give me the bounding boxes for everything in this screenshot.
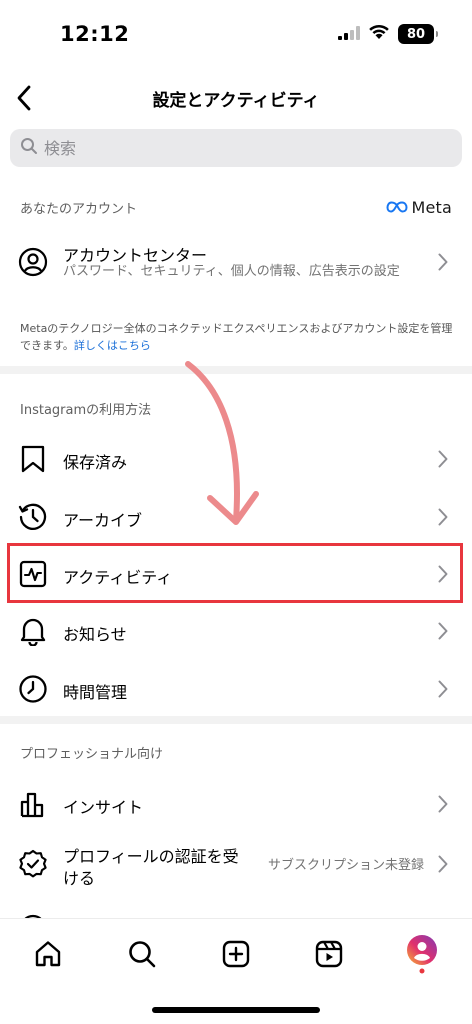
bookmark-icon xyxy=(17,443,49,475)
insights-label: インサイト xyxy=(63,798,144,817)
notifications-label: お知らせ xyxy=(63,625,127,644)
highlight-box xyxy=(7,543,463,603)
search-input[interactable] xyxy=(44,138,424,158)
clock-icon xyxy=(17,673,49,705)
search-icon[interactable] xyxy=(125,937,159,971)
chevron-right-icon xyxy=(436,449,450,469)
meta-description: Metaのテクノロジー全体のコネクテッドエクスペリエンスおよびアカウント設定を管… xyxy=(20,320,460,354)
archive-label: アーカイブ xyxy=(63,511,143,530)
verification-label: プロフィールの認証を受ける xyxy=(63,847,239,888)
verification-status: サブスクリプション未登録 xyxy=(267,858,424,873)
page-title: 設定とアクティビティ xyxy=(152,91,320,111)
section-header-how-you-use: Instagramの利用方法 xyxy=(20,403,152,418)
archive-history-icon xyxy=(17,501,49,533)
cellular-signal-icon xyxy=(338,25,360,44)
insights-row[interactable]: インサイト xyxy=(0,776,472,834)
create-icon[interactable] xyxy=(219,937,253,971)
chevron-right-icon xyxy=(436,679,450,699)
verification-row[interactable]: プロフィールの認証を受ける サブスクリプション未登録 xyxy=(0,834,472,898)
time-management-row[interactable]: 時間管理 xyxy=(0,660,472,718)
status-icons: 80 xyxy=(338,24,438,44)
search-icon xyxy=(20,137,38,159)
search-bar[interactable] xyxy=(10,129,462,167)
wifi-icon xyxy=(368,24,390,44)
saved-label: 保存済み xyxy=(63,453,128,472)
account-circle-icon xyxy=(17,246,49,278)
section-divider xyxy=(0,716,472,724)
home-icon[interactable] xyxy=(31,937,65,971)
home-indicator xyxy=(152,1007,320,1013)
bar-chart-icon xyxy=(17,788,49,820)
battery-indicator: 80 xyxy=(398,24,438,44)
annotation-arrow-icon xyxy=(185,361,259,525)
section-header-your-account: あなたのアカウント xyxy=(20,202,138,217)
status-time: 12:12 xyxy=(60,22,130,46)
chevron-right-icon xyxy=(436,621,450,641)
meta-logo: Meta xyxy=(386,198,452,217)
verified-badge-icon xyxy=(17,848,49,880)
section-header-professional: プロフェッショナル向け xyxy=(20,747,164,762)
chevron-right-icon xyxy=(436,252,450,272)
account-center-subtitle: パスワード、セキュリティ、個人の情報、広告表示の設定 xyxy=(63,264,400,279)
meta-infinity-icon xyxy=(386,198,408,217)
time-management-label: 時間管理 xyxy=(63,683,128,702)
profile-avatar[interactable] xyxy=(405,935,439,974)
meta-logo-text: Meta xyxy=(411,198,452,217)
chevron-right-icon xyxy=(436,854,450,874)
chevron-right-icon xyxy=(436,794,450,814)
bell-icon xyxy=(17,615,49,647)
notifications-row[interactable]: お知らせ xyxy=(0,602,472,660)
chevron-right-icon xyxy=(436,507,450,527)
reels-icon[interactable] xyxy=(312,937,346,971)
tab-bar xyxy=(0,918,472,1024)
learn-more-link[interactable]: 詳しくはこちら xyxy=(74,339,151,352)
nav-bar: 設定とアクティビティ xyxy=(0,72,472,124)
status-bar: 12:12 80 xyxy=(0,0,472,70)
